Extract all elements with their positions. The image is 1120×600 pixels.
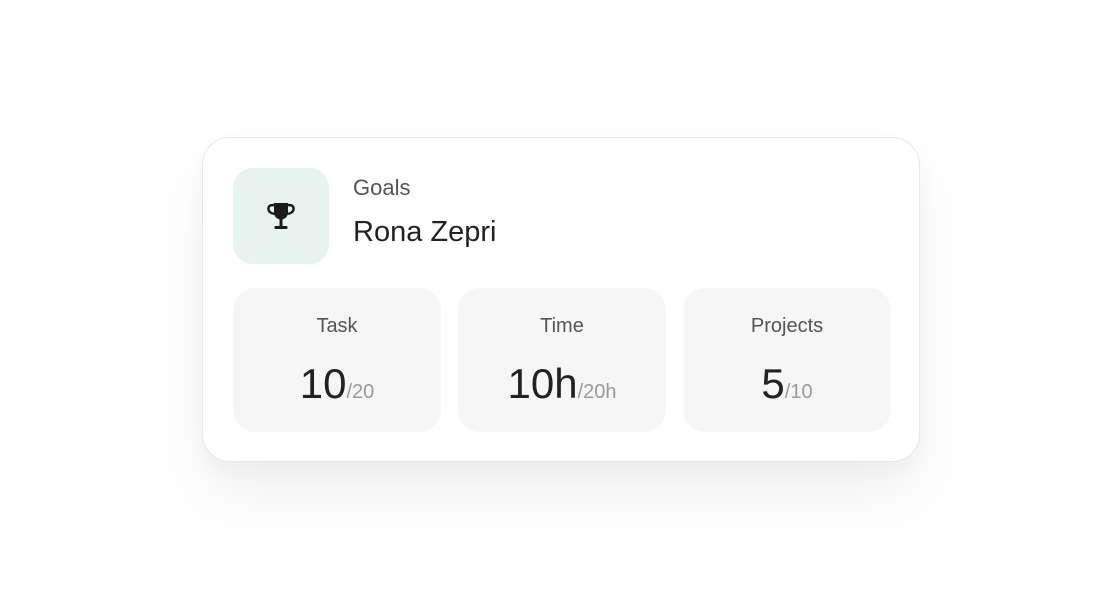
user-name: Rona Zepri: [353, 216, 497, 248]
stat-label: Task: [316, 315, 358, 337]
stat-projects: Projects 5/10: [683, 288, 891, 432]
card-kicker: Goals: [353, 175, 411, 200]
stat-value: 5/10: [683, 362, 891, 416]
stat-total: /10: [784, 381, 813, 403]
header-text: Goals Rona Zepri: [353, 175, 497, 249]
stat-value: 10h/20h: [458, 362, 666, 416]
trophy-icon: [267, 203, 295, 229]
page: Goals Rona Zepri Task 10/20 Time 10h/20h…: [0, 0, 1120, 600]
stat-label: Projects: [750, 315, 824, 337]
stat-current: 10h: [507, 360, 578, 407]
stat-time: Time 10h/20h: [458, 288, 666, 432]
stat-current: 5: [761, 360, 785, 407]
stat-task: Task 10/20: [233, 288, 441, 432]
stat-value: 10/20: [233, 362, 441, 416]
trophy-icon-tile: [233, 168, 329, 264]
stats-row: Task 10/20 Time 10h/20h Projects 5/10: [233, 288, 891, 432]
stat-current: 10: [299, 360, 347, 407]
stat-total: /20: [346, 381, 375, 403]
stat-label: Time: [540, 315, 584, 337]
card-header: Goals Rona Zepri: [233, 168, 496, 264]
goals-card: Goals Rona Zepri Task 10/20 Time 10h/20h…: [202, 137, 920, 462]
stat-total: /20h: [577, 381, 617, 403]
